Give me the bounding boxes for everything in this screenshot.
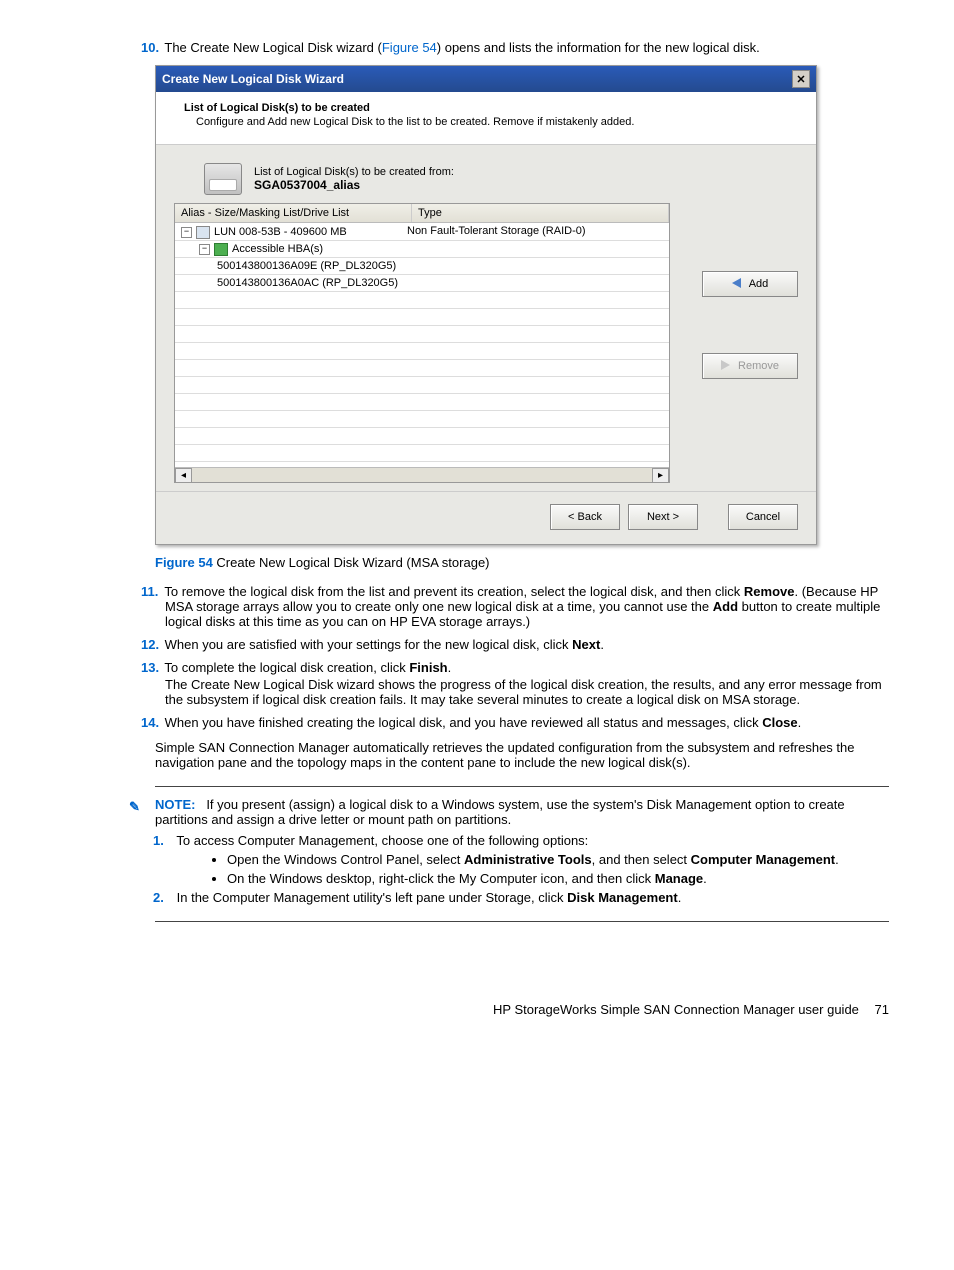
step-number: 13. (141, 660, 161, 675)
step-text: To remove the logical disk from the list… (164, 584, 880, 629)
figure-label: Figure 54 (155, 555, 213, 570)
hba-group-icon (214, 243, 228, 256)
back-button[interactable]: < Back (550, 504, 620, 530)
wizard-header-title: List of Logical Disk(s) to be created (184, 102, 788, 114)
wizard-window: Create New Logical Disk Wizard ✕ List of… (155, 65, 817, 545)
step-text: When you are satisfied with your setting… (165, 637, 604, 652)
auto-refresh-para: Simple SAN Connection Manager automatica… (155, 740, 879, 770)
wizard-body: List of Logical Disk(s) to be created fr… (156, 145, 816, 491)
bullet-item: On the Windows desktop, right-click the … (227, 871, 889, 886)
col-type-header[interactable]: Type (412, 204, 669, 222)
figure-ref-link[interactable]: Figure 54 (382, 40, 437, 55)
note-step-2: 2. In the Computer Management utility's … (177, 890, 889, 905)
step-text: When you have finished creating the logi… (165, 715, 802, 730)
wizard-header-panel: List of Logical Disk(s) to be created Co… (156, 92, 816, 145)
table-header: Alias - Size/Masking List/Drive List Typ… (175, 204, 669, 223)
add-button[interactable]: Add (702, 271, 798, 297)
wizard-header-desc: Configure and Add new Logical Disk to th… (196, 116, 788, 128)
wizard-title: Create New Logical Disk Wizard (162, 72, 344, 86)
collapse-icon[interactable]: − (199, 244, 210, 255)
cancel-button[interactable]: Cancel (728, 504, 798, 530)
disk-icon (204, 163, 242, 195)
next-button[interactable]: Next > (628, 504, 698, 530)
arrow-left-icon (732, 278, 741, 291)
footer-text: HP StorageWorks Simple SAN Connection Ma… (493, 1002, 859, 1017)
type-value: Non Fault-Tolerant Storage (RAID-0) (407, 225, 586, 237)
page-footer: HP StorageWorks Simple SAN Connection Ma… (65, 1002, 889, 1017)
bullet-list: Open the Windows Control Panel, select A… (227, 852, 889, 886)
wizard-titlebar: Create New Logical Disk Wizard ✕ (156, 66, 816, 92)
close-icon[interactable]: ✕ (792, 70, 810, 88)
page-number: 71 (875, 1002, 889, 1017)
divider (155, 921, 889, 922)
step-number: 10. (141, 40, 161, 55)
note-label: NOTE: (155, 797, 195, 812)
tree-hba-item[interactable]: 500143800136A0AC (RP_DL320G5) (175, 275, 669, 292)
tree-hba-item[interactable]: 500143800136A09E (RP_DL320G5) (175, 258, 669, 275)
list-intro: List of Logical Disk(s) to be created fr… (254, 166, 454, 178)
step-12: 12. When you are satisfied with your set… (165, 637, 889, 652)
col-alias-header[interactable]: Alias - Size/Masking List/Drive List (175, 204, 412, 222)
step-text: To complete the logical disk creation, c… (164, 660, 451, 675)
remove-button[interactable]: Remove (702, 353, 798, 379)
note-text: If you present (assign) a logical disk t… (155, 797, 845, 827)
step-para: The Create New Logical Disk wizard shows… (165, 677, 889, 707)
scroll-right-icon[interactable]: ▸ (652, 468, 669, 483)
tree-hba-row[interactable]: − Accessible HBA(s) (175, 241, 669, 258)
note-icon: ✎ (129, 799, 145, 815)
list-header: List of Logical Disk(s) to be created fr… (204, 163, 798, 195)
bullet-item: Open the Windows Control Panel, select A… (227, 852, 889, 867)
disk-table[interactable]: Alias - Size/Masking List/Drive List Typ… (174, 203, 670, 483)
step-10: 10. The Create New Logical Disk wizard (… (165, 40, 889, 55)
note-step-1: 1. To access Computer Management, choose… (177, 833, 889, 886)
step-text: The Create New Logical Disk wizard (Figu… (164, 40, 759, 55)
step-number: 14. (141, 715, 161, 730)
table-body: − LUN 008-53B - 409600 MB − Accessible H… (175, 224, 669, 468)
wizard-footer: < Back Next > Cancel (156, 491, 816, 544)
lun-icon (196, 226, 210, 239)
collapse-icon[interactable]: − (181, 227, 192, 238)
step-number: 12. (141, 637, 161, 652)
figure-caption: Figure 54 Create New Logical Disk Wizard… (155, 555, 889, 570)
step-11: 11. To remove the logical disk from the … (165, 584, 889, 629)
arrow-right-icon (721, 360, 730, 373)
step-13: 13. To complete the logical disk creatio… (165, 660, 889, 707)
side-buttons: Add Remove (702, 203, 798, 379)
divider (155, 786, 889, 787)
step-14: 14. When you have finished creating the … (165, 715, 889, 730)
step-number: 11. (141, 584, 161, 599)
scroll-left-icon[interactable]: ◂ (175, 468, 192, 483)
storage-alias: SGA0537004_alias (254, 178, 454, 192)
h-scrollbar[interactable]: ◂ ▸ (175, 467, 669, 482)
note-block: ✎ NOTE: If you present (assign) a logica… (155, 797, 889, 905)
